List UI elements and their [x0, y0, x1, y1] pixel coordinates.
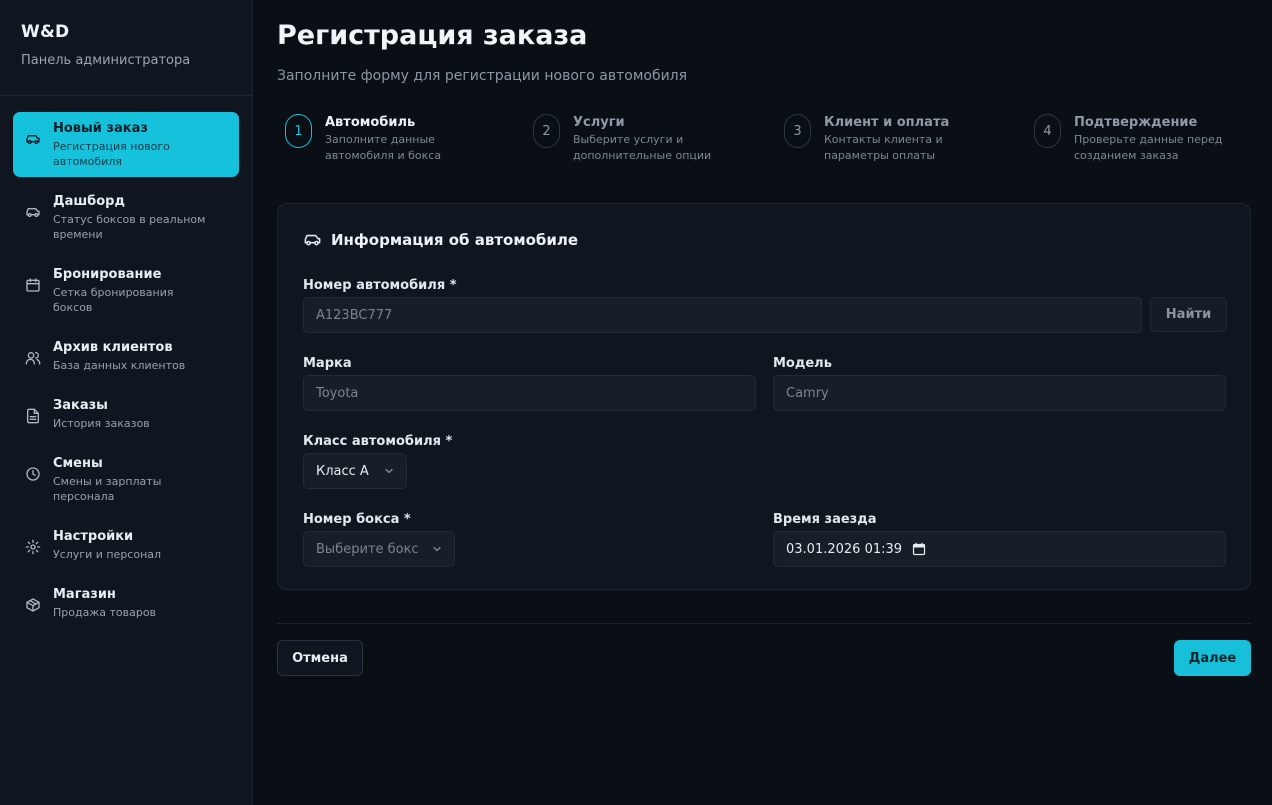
sidebar-item-shop[interactable]: Магазин Продажа товаров: [13, 578, 239, 628]
step-confirmation[interactable]: 4 Подтверждение Проверьте данные перед с…: [1034, 114, 1224, 164]
step-desc: Заполните данные автомобиля и бокса: [325, 133, 442, 162]
brand-subtitle: Панель администратора: [21, 53, 191, 68]
sidebar-item-label: Магазин: [53, 587, 116, 602]
arrival-time-input[interactable]: 03.01.2026 01:39: [773, 531, 1226, 567]
brand-title: W&D: [21, 22, 70, 42]
users-icon: [25, 352, 41, 365]
document-icon: [27, 408, 39, 424]
chevron-down-icon: [433, 546, 441, 552]
step-desc: Выберите услуги и дополнительные опции: [573, 133, 712, 162]
sidebar-nav: Новый заказ Регистрация нового автомобил…: [0, 96, 252, 628]
step-number: 2: [533, 114, 560, 148]
calendar-icon: [26, 278, 40, 292]
chevron-down-icon: [385, 468, 393, 474]
sidebar-item-desc: История заказов: [53, 417, 150, 430]
step-car[interactable]: 1 Автомобиль Заполните данные автомобиля…: [285, 114, 475, 164]
cancel-button[interactable]: Отмена: [277, 640, 363, 676]
sidebar-item-desc: Статус боксов в реальном времени: [53, 213, 206, 241]
stepper: 1 Автомобиль Заполните данные автомобиля…: [277, 114, 1251, 174]
divider: [277, 623, 1251, 624]
sidebar-item-label: Новый заказ: [53, 121, 148, 136]
step-number: 4: [1034, 114, 1061, 148]
step-client-payment[interactable]: 3 Клиент и оплата Контакты клиента и пар…: [784, 114, 974, 164]
sidebar-item-clients[interactable]: Архив клиентов База данных клиентов: [13, 331, 239, 381]
sidebar-item-label: Дашборд: [53, 194, 125, 209]
plate-label: Номер автомобиля *: [303, 278, 457, 293]
step-services[interactable]: 2 Услуги Выберите услуги и дополнительны…: [533, 114, 723, 164]
box-icon: [26, 598, 40, 612]
gear-icon: [25, 539, 41, 555]
sidebar-item-new-order[interactable]: Новый заказ Регистрация нового автомобил…: [13, 112, 239, 177]
sidebar-item-desc: Сетка бронирования боксов: [53, 286, 174, 314]
next-button[interactable]: Далее: [1174, 640, 1251, 676]
model-placeholder: Camry: [786, 385, 829, 401]
sidebar-item-label: Смены: [53, 456, 103, 471]
plate-placeholder: A123BC777: [316, 307, 393, 323]
arrival-time-label: Время заезда: [773, 512, 877, 527]
clock-icon: [26, 467, 40, 481]
sidebar-item-desc: Услуги и персонал: [53, 548, 162, 561]
sidebar-item-label: Настройки: [53, 529, 134, 544]
calendar-icon[interactable]: [912, 542, 926, 556]
sidebar-item-label: Заказы: [53, 398, 108, 413]
find-button[interactable]: Найти: [1150, 297, 1227, 332]
box-label: Номер бокса *: [303, 512, 411, 527]
arrival-time-value: 03.01.2026 01:39: [786, 541, 903, 557]
car-class-value: Класс A: [316, 463, 369, 479]
step-title: Услуги: [573, 115, 625, 130]
car-icon: [304, 234, 321, 246]
car-icon: [26, 208, 40, 217]
sidebar-item-desc: Смены и зарплаты персонала: [53, 475, 162, 503]
step-title: Подтверждение: [1074, 115, 1198, 130]
make-input[interactable]: Toyota: [303, 375, 756, 411]
plate-input[interactable]: A123BC777: [303, 297, 1142, 333]
model-input[interactable]: Camry: [773, 375, 1226, 411]
model-label: Модель: [773, 356, 832, 371]
sidebar-item-booking[interactable]: Бронирование Сетка бронирования боксов: [13, 258, 239, 323]
sidebar-item-label: Бронирование: [53, 267, 162, 282]
card-header: Информация об автомобиле: [303, 230, 578, 249]
sidebar-item-desc: Продажа товаров: [53, 606, 157, 619]
main-content: Регистрация заказа Заполните форму для р…: [277, 0, 1251, 676]
sidebar-item-shifts[interactable]: Смены Смены и зарплаты персонала: [13, 447, 239, 512]
box-placeholder: Выберите бокс: [316, 541, 419, 557]
brand: W&D Панель администратора: [0, 0, 252, 96]
step-number: 3: [784, 114, 811, 148]
step-title: Автомобиль: [325, 115, 416, 130]
step-number: 1: [285, 114, 312, 148]
box-select[interactable]: Выберите бокс: [303, 531, 455, 567]
sidebar-item-settings[interactable]: Настройки Услуги и персонал: [13, 520, 239, 570]
car-class-select[interactable]: Класс A: [303, 453, 407, 489]
step-desc: Контакты клиента и параметры оплаты: [824, 133, 943, 162]
car-class-label: Класс автомобиля *: [303, 434, 453, 449]
sidebar-item-desc: Регистрация нового автомобиля: [53, 140, 170, 168]
sidebar: W&D Панель администратора Новый заказ Ре…: [0, 0, 253, 805]
sidebar-item-dashboard[interactable]: Дашборд Статус боксов в реальном времени: [13, 185, 239, 250]
step-title: Клиент и оплата: [824, 115, 950, 130]
page-title: Регистрация заказа: [277, 20, 588, 51]
page-subtitle: Заполните форму для регистрации нового а…: [277, 68, 688, 84]
step-desc: Проверьте данные перед созданием заказа: [1074, 133, 1223, 162]
card-title: Информация об автомобиле: [331, 230, 579, 249]
car-info-card: Информация об автомобиле Номер автомобил…: [277, 203, 1251, 590]
make-placeholder: Toyota: [316, 385, 359, 401]
sidebar-item-orders[interactable]: Заказы История заказов: [13, 389, 239, 439]
sidebar-item-label: Архив клиентов: [53, 340, 173, 355]
car-icon: [26, 135, 40, 144]
sidebar-item-desc: База данных клиентов: [53, 359, 186, 372]
make-label: Марка: [303, 356, 352, 371]
